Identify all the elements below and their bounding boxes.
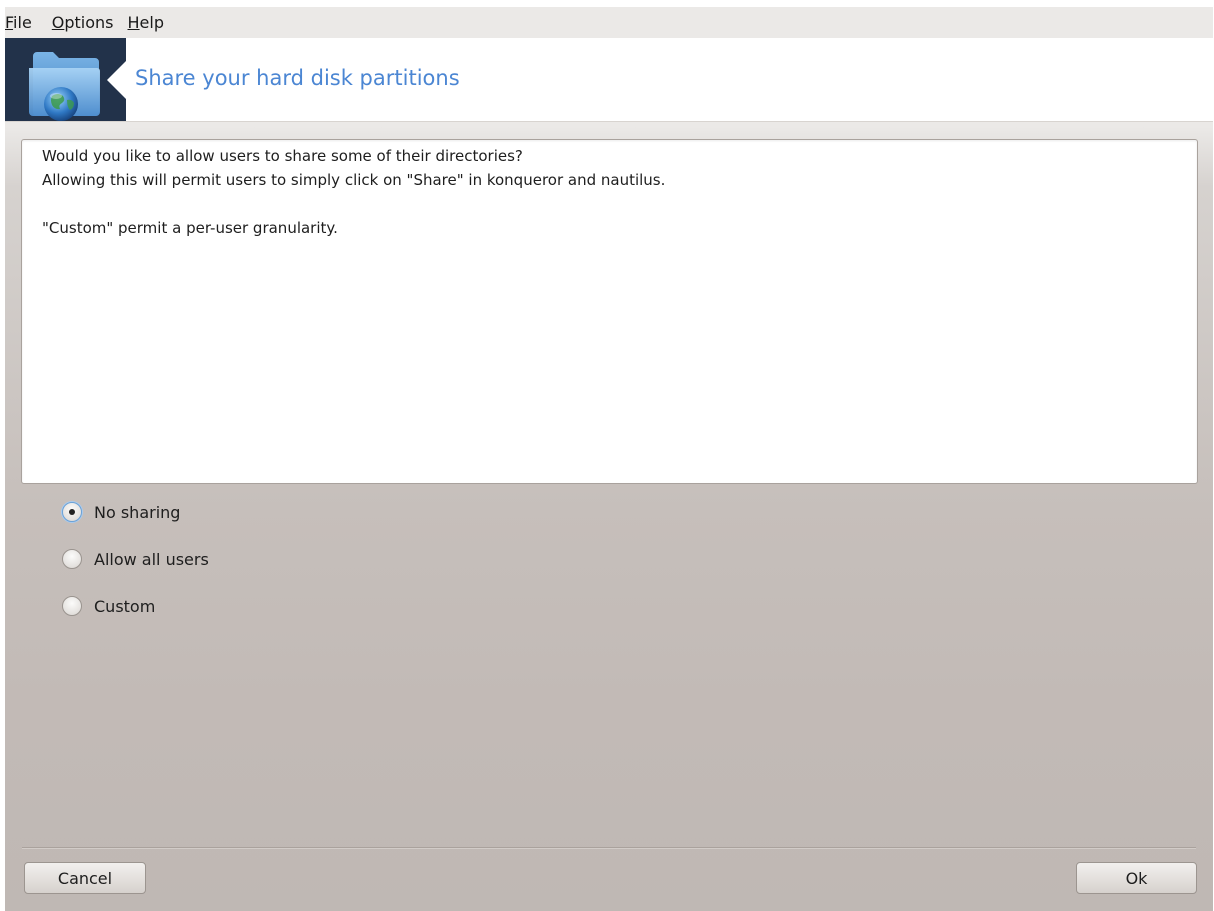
header-banner: Share your hard disk partitions	[5, 38, 1213, 122]
menu-help-mnemonic: H	[127, 13, 140, 32]
description-line-2: Allowing this will permit users to simpl…	[42, 171, 666, 189]
menu-file-label: ile	[13, 13, 32, 32]
ok-button[interactable]: Ok	[1076, 862, 1197, 894]
page-title: Share your hard disk partitions	[135, 66, 460, 90]
dialog-window: File Options Help Share your hard disk p…	[5, 7, 1213, 911]
radio-allow-all-users[interactable]	[62, 549, 82, 569]
description-panel: Would you like to allow users to share s…	[21, 139, 1198, 484]
button-separator	[22, 847, 1196, 849]
description-line-4: "Custom" permit a per-user granularity.	[42, 219, 338, 237]
menu-options-mnemonic: O	[51, 13, 65, 32]
menu-bar: File Options Help	[5, 7, 1213, 38]
option-custom[interactable]: Custom	[62, 593, 155, 619]
radio-custom[interactable]	[62, 596, 82, 616]
radio-no-sharing[interactable]	[62, 502, 82, 522]
radio-allow-all-users-label: Allow all users	[94, 549, 209, 569]
menu-file-mnemonic: F	[5, 13, 14, 32]
header-arrow	[107, 60, 127, 100]
menu-options-label: ptions	[64, 13, 114, 32]
radio-custom-label: Custom	[94, 596, 156, 616]
option-no-sharing[interactable]: No sharing	[62, 499, 180, 525]
menu-help[interactable]: Help	[128, 7, 174, 38]
cancel-button[interactable]: Cancel	[24, 862, 146, 894]
menu-file[interactable]: File	[5, 7, 42, 38]
menu-help-label: elp	[139, 13, 164, 32]
menu-options[interactable]: Options	[52, 7, 124, 38]
option-allow-all-users[interactable]: Allow all users	[62, 546, 209, 572]
radio-no-sharing-label: No sharing	[94, 502, 181, 522]
description-line-1: Would you like to allow users to share s…	[42, 147, 523, 165]
description-text: Would you like to allow users to share s…	[42, 144, 1197, 240]
